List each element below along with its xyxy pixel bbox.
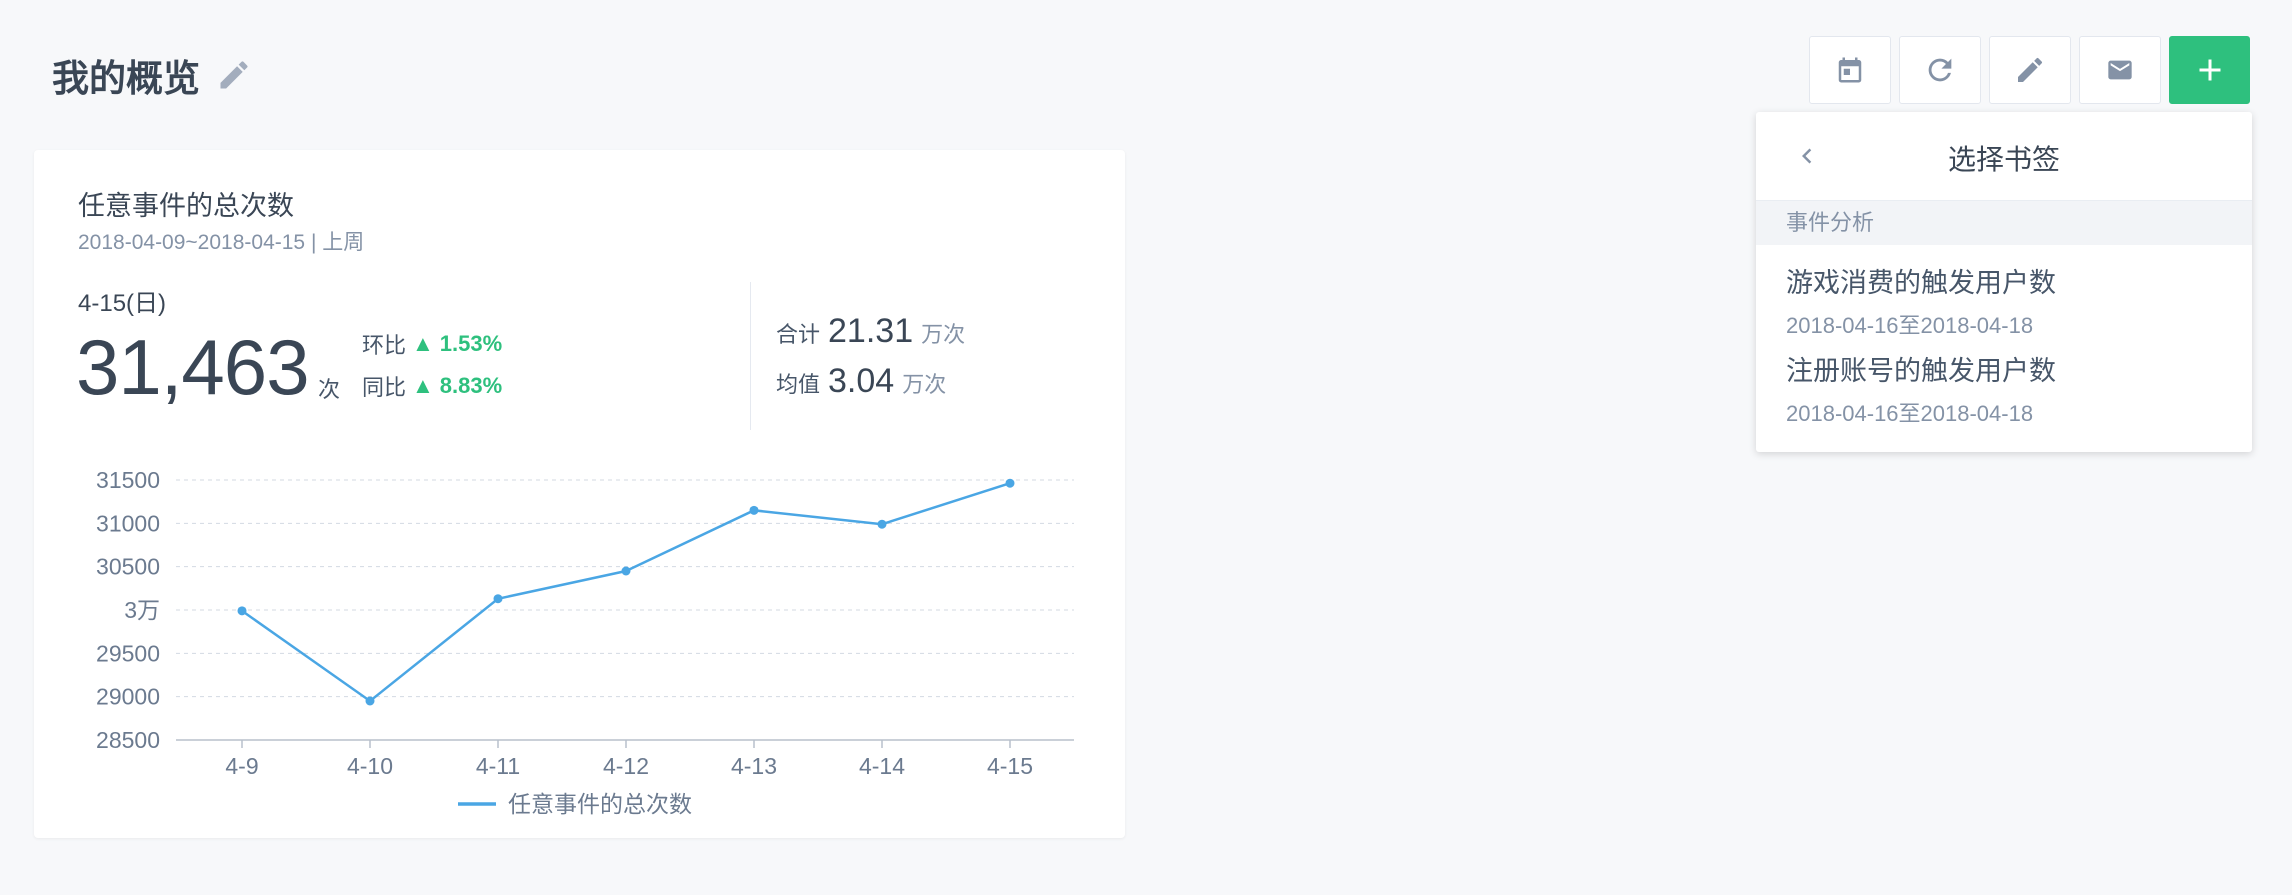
y-tick-label: 31500 xyxy=(96,467,160,493)
plus-icon xyxy=(2199,59,2220,81)
y-tick-label: 29500 xyxy=(96,640,160,666)
summary-label: 均值 xyxy=(776,372,821,397)
data-point xyxy=(621,566,631,576)
y-tick-label: 3万 xyxy=(124,597,160,623)
bookmark-item-date: 2018-04-16至2018-04-18 xyxy=(1786,401,2034,426)
summary-unit: 万次 xyxy=(902,372,947,397)
edit-button[interactable] xyxy=(1989,36,2071,104)
data-point xyxy=(1005,478,1015,488)
refresh-button[interactable] xyxy=(1899,36,1981,104)
divider xyxy=(750,282,751,430)
summary-unit: 万次 xyxy=(921,322,966,347)
summary-total: 合计 21.31 万次 xyxy=(776,312,965,351)
card-title[interactable]: 任意事件的总次数 xyxy=(78,184,294,223)
overview-card: 任意事件的总次数 2018-04-09~2018-04-15 | 上周 4-15… xyxy=(34,150,1125,838)
summary-value: 21.31 xyxy=(828,312,914,350)
x-tick-label: 4-15 xyxy=(987,753,1033,779)
dropdown-section-label: 事件分析 xyxy=(1756,201,2252,245)
compare-label: 同比 xyxy=(362,375,407,400)
series-line xyxy=(241,482,1011,703)
day-label: 4-15(日) xyxy=(78,290,167,317)
compare-value: 8.83% xyxy=(439,373,503,398)
line-chart: 31500 31000 30500 3万 29500 29000 28500 4-9 4-10 4… xyxy=(96,467,1074,817)
compare-row-year: 同比 ▲ 8.83% xyxy=(362,370,502,402)
big-value-unit: 次 xyxy=(318,377,341,402)
x-tick-label: 4-9 xyxy=(225,753,258,779)
bookmark-item[interactable]: 注册账号的触发用户数 2018-04-16至2018-04-18 xyxy=(1756,333,2252,426)
legend-label: 任意事件的总次数 xyxy=(508,791,692,817)
compare-label: 环比 xyxy=(362,333,407,358)
calendar-button[interactable] xyxy=(1809,36,1891,104)
big-value: 31,463 xyxy=(76,323,310,411)
data-point xyxy=(493,594,503,604)
bookmark-dropdown: 选择书签 事件分析 游戏消费的触发用户数 2018-04-16至2018-04-… xyxy=(1756,112,2252,452)
y-tick-label: 28500 xyxy=(96,727,160,753)
summary-value: 3.04 xyxy=(828,362,895,400)
x-tick-label: 4-12 xyxy=(603,753,649,779)
data-point xyxy=(237,606,247,616)
page-title-container: 我的概览 xyxy=(52,48,252,102)
dropdown-header: 选择书签 xyxy=(1756,112,2252,201)
x-tick-label: 4-13 xyxy=(731,753,777,779)
pencil-icon xyxy=(2018,57,2042,82)
x-tick-label: 4-10 xyxy=(347,753,393,779)
y-tick-label: 30500 xyxy=(96,554,160,580)
card-subtitle: 2018-04-09~2018-04-15 | 上周 xyxy=(78,231,365,254)
toolbar xyxy=(1809,36,2250,104)
calendar-icon xyxy=(1838,57,1862,83)
up-arrow-icon: ▲ xyxy=(412,331,434,356)
edit-title-icon[interactable] xyxy=(216,57,252,93)
mail-icon xyxy=(2108,60,2132,80)
bookmark-item-title: 游戏消费的触发用户数 xyxy=(1786,268,2056,298)
data-point xyxy=(365,696,375,706)
dropdown-title: 选择书签 xyxy=(1947,144,2060,175)
x-tick-label: 4-11 xyxy=(476,753,520,779)
x-tick-label: 4-14 xyxy=(859,753,905,779)
page-title: 我的概览 xyxy=(52,58,200,99)
bookmark-item-title: 注册账号的触发用户数 xyxy=(1786,356,2056,386)
summary-average: 均值 3.04 万次 xyxy=(776,362,946,401)
bookmark-item[interactable]: 游戏消费的触发用户数 2018-04-16至2018-04-18 xyxy=(1756,245,2252,338)
up-arrow-icon: ▲ xyxy=(412,373,434,398)
data-point xyxy=(749,505,759,515)
summary-label: 合计 xyxy=(776,322,821,347)
compare-value: 1.53% xyxy=(439,331,503,356)
y-tick-label: 29000 xyxy=(96,684,160,710)
data-point xyxy=(877,519,887,529)
mail-button[interactable] xyxy=(2079,36,2161,104)
refresh-icon xyxy=(1928,58,1952,82)
add-button[interactable] xyxy=(2169,36,2250,104)
compare-row-period: 环比 ▲ 1.53% xyxy=(362,328,502,360)
y-tick-label: 31000 xyxy=(96,510,160,536)
